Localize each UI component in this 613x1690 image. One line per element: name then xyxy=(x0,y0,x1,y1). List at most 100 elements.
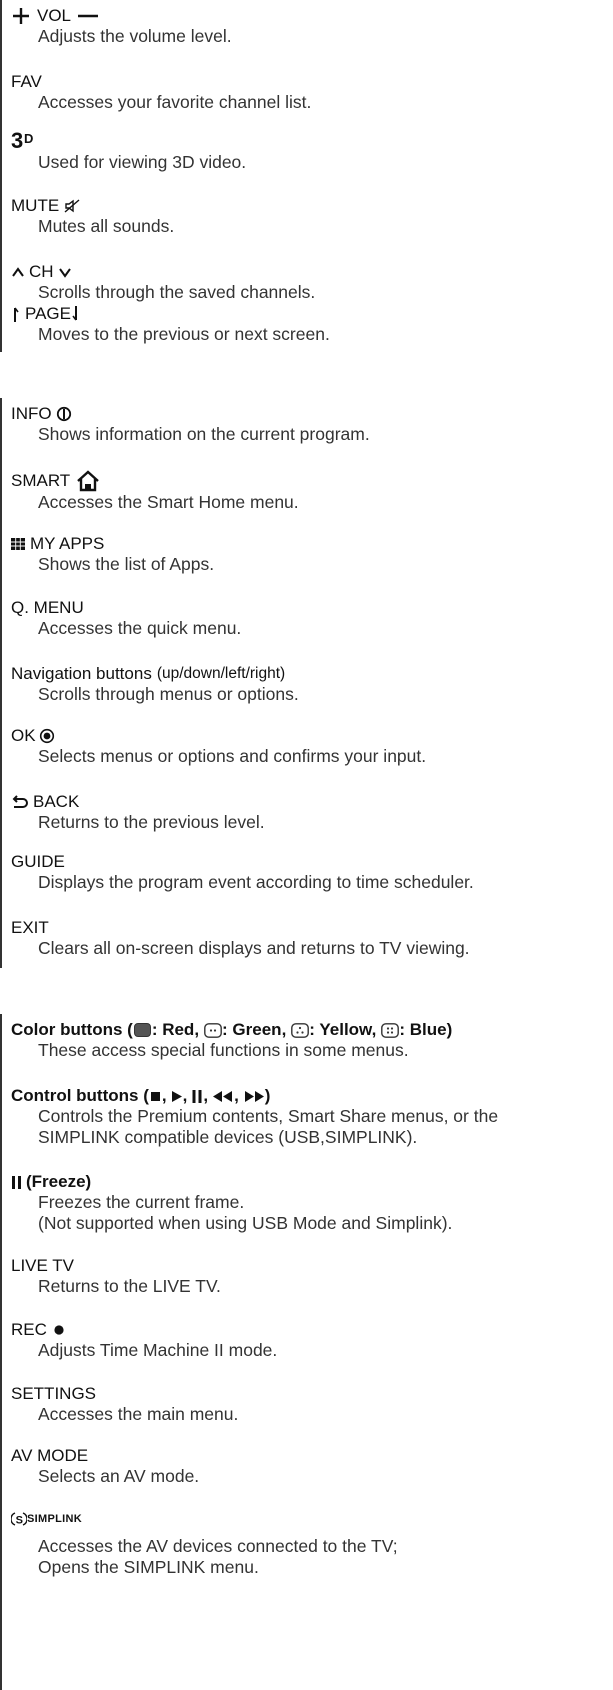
entry-ok: OK Selects menus or options and confirms… xyxy=(11,726,609,767)
simplink-description-2: Opens the SIMPLINK menu. xyxy=(38,1557,259,1577)
back-arrow-icon xyxy=(11,794,29,810)
svg-text:D: D xyxy=(24,131,33,146)
freeze-description-2: (Not supported when using USB Mode and S… xyxy=(38,1213,453,1233)
entry-q-menu: Q. MENU Accesses the quick menu. xyxy=(11,598,609,639)
info-icon xyxy=(56,406,72,422)
entry-freeze: (Freeze) Freezes the current frame. (Not… xyxy=(11,1172,609,1234)
vol-description: Adjusts the volume level. xyxy=(38,26,232,46)
simplink-label: SIMPLINK xyxy=(27,1513,82,1525)
entry-info: INFO Shows information on the current pr… xyxy=(11,404,609,445)
settings-description: Accesses the main menu. xyxy=(38,1404,239,1424)
green-button-icon xyxy=(204,1022,222,1038)
guide-description: Displays the program event according to … xyxy=(38,872,474,892)
entry-exit: EXIT Clears all on-screen displays and r… xyxy=(11,918,609,959)
section-rule-3 xyxy=(0,1014,2,1690)
chevron-down-icon xyxy=(58,265,72,279)
3d-description: Used for viewing 3D video. xyxy=(38,152,247,172)
section-rule-2 xyxy=(0,398,2,968)
entry-vol: VOL Adjusts the volume level. xyxy=(11,6,609,47)
fav-label: FAV xyxy=(11,72,42,91)
av-mode-label: AV MODE xyxy=(11,1446,89,1465)
3d-icon: 3 D xyxy=(11,128,609,152)
q-menu-label: Q. MENU xyxy=(11,598,84,617)
info-description: Shows information on the current program… xyxy=(38,424,370,444)
vol-label: VOL xyxy=(37,6,72,25)
svg-text:S: S xyxy=(16,1515,23,1527)
page-up-icon xyxy=(11,305,21,323)
entry-control-buttons: Control buttons ( , , , , ) Controls the… xyxy=(11,1086,609,1148)
navigation-buttons-description: Scrolls through menus or options. xyxy=(38,684,299,704)
entry-3d: 3 D Used for viewing 3D video. xyxy=(11,128,609,173)
entry-color-buttons: Color buttons ( : Red, : Green, : Yellow… xyxy=(11,1020,609,1061)
entry-navigation-buttons: Navigation buttons (up/down/left/right) … xyxy=(11,664,609,705)
ch-label: CH xyxy=(29,262,54,281)
control-comma-4: , xyxy=(234,1086,239,1105)
chevron-up-icon xyxy=(11,265,25,279)
entry-av-mode: AV MODE Selects an AV mode. xyxy=(11,1446,609,1487)
entry-page: PAGE Moves to the previous or next scree… xyxy=(11,304,609,345)
av-mode-description: Selects an AV mode. xyxy=(38,1466,200,1486)
freeze-label: (Freeze) xyxy=(26,1172,92,1191)
exit-description: Clears all on-screen displays and return… xyxy=(38,938,470,958)
play-icon xyxy=(171,1090,183,1103)
guide-label: GUIDE xyxy=(11,852,65,871)
color-buttons-description: These access special functions in some m… xyxy=(38,1040,409,1060)
green-label: : Green, xyxy=(222,1020,287,1039)
entry-smart: SMART Accesses the Smart Home menu. xyxy=(11,470,609,513)
control-buttons-label: Control buttons ( xyxy=(11,1086,149,1105)
navigation-buttons-subtitle: (up/down/left/right) xyxy=(156,665,286,682)
entry-mute: MUTE Mutes all sounds. xyxy=(11,196,609,237)
entry-ch: CH Scrolls through the saved channels. xyxy=(11,262,609,303)
live-tv-description: Returns to the LIVE TV. xyxy=(38,1276,221,1296)
smart-label: SMART xyxy=(11,471,71,490)
ok-label: OK xyxy=(11,726,36,745)
svg-text:3: 3 xyxy=(11,129,23,151)
control-comma-2: , xyxy=(182,1086,188,1105)
entry-back: BACK Returns to the previous level. xyxy=(11,792,609,833)
mute-label: MUTE xyxy=(11,196,60,215)
rec-description: Adjusts Time Machine II mode. xyxy=(38,1340,278,1360)
page-label: PAGE xyxy=(25,304,71,323)
entry-guide: GUIDE Displays the program event accordi… xyxy=(11,852,609,893)
section-rule-1 xyxy=(0,0,2,352)
my-apps-description: Shows the list of Apps. xyxy=(38,554,215,574)
freeze-description: Freezes the current frame. xyxy=(38,1192,245,1212)
entry-rec: REC Adjusts Time Machine II mode. xyxy=(11,1320,609,1361)
page-description: Moves to the previous or next screen. xyxy=(38,324,330,344)
page-down-icon xyxy=(71,305,81,323)
blue-label: : Blue) xyxy=(399,1020,453,1039)
fav-description: Accesses your favorite channel list. xyxy=(38,92,312,112)
ok-description: Selects menus or options and confirms yo… xyxy=(38,746,427,766)
yellow-label: : Yellow, xyxy=(309,1020,377,1039)
back-description: Returns to the previous level. xyxy=(38,812,265,832)
control-comma-3: , xyxy=(203,1086,209,1105)
mute-description: Mutes all sounds. xyxy=(38,216,175,236)
entry-live-tv: LIVE TV Returns to the LIVE TV. xyxy=(11,1256,609,1297)
simplink-description: Accesses the AV devices connected to the… xyxy=(38,1536,398,1556)
yellow-button-icon xyxy=(291,1022,310,1038)
pause-icon xyxy=(11,1175,23,1190)
navigation-buttons-label: Navigation buttons xyxy=(11,664,152,683)
ok-icon xyxy=(39,728,55,744)
q-menu-description: Accesses the quick menu. xyxy=(38,618,242,638)
red-label: : Red, xyxy=(151,1020,200,1039)
control-comma-1: , xyxy=(161,1086,167,1105)
pause-icon xyxy=(191,1089,203,1104)
color-buttons-label: Color buttons ( xyxy=(11,1020,133,1039)
entry-settings: SETTINGS Accesses the main menu. xyxy=(11,1384,609,1425)
blue-button-icon xyxy=(381,1022,400,1038)
live-tv-label: LIVE TV xyxy=(11,1256,74,1275)
ch-description: Scrolls through the saved channels. xyxy=(38,282,316,302)
entry-simplink: S SIMPLINK Accesses the AV devices conne… xyxy=(11,1508,609,1578)
entry-fav: FAV Accesses your favorite channel list. xyxy=(11,72,609,113)
control-buttons-description: Controls the Premium contents, Smart Sha… xyxy=(38,1106,499,1126)
minus-icon xyxy=(77,6,99,26)
red-button-icon xyxy=(133,1023,151,1037)
control-buttons-description-2: SIMPLINK compatible devices (USB,SIMPLIN… xyxy=(38,1127,418,1147)
back-label: BACK xyxy=(33,792,80,811)
plus-icon xyxy=(11,6,31,26)
exit-label: EXIT xyxy=(11,918,49,937)
fast-forward-icon xyxy=(243,1090,265,1103)
rec-label: REC xyxy=(11,1320,47,1339)
settings-label: SETTINGS xyxy=(11,1384,97,1403)
